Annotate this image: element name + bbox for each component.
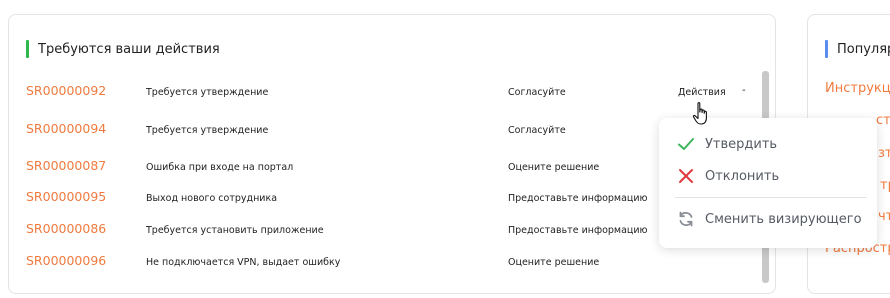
title-accent-bar <box>825 40 828 58</box>
request-description: Не подключается VPN, выдает ошибку <box>146 257 341 268</box>
approve-label: Утвердить <box>705 136 778 152</box>
menu-divider <box>675 197 867 198</box>
request-description: Требуется установить приложение <box>146 225 324 236</box>
panel-title: Требуются ваши действия <box>38 41 220 57</box>
popular-link[interactable]: ста <box>876 113 890 128</box>
request-action: Согласуйте <box>508 125 566 136</box>
request-description: Ошибка при входе на портал <box>146 162 294 173</box>
swap-icon <box>679 211 693 227</box>
table-row: SR00000086 Требуется установить приложен… <box>9 221 769 245</box>
actions-menu-button[interactable]: Действия <box>678 87 726 98</box>
request-description: Выход нового сотрудника <box>146 193 278 204</box>
check-icon <box>678 138 694 150</box>
panel-title: Популяр <box>837 41 890 57</box>
request-id-link[interactable]: SR00000096 <box>26 253 106 268</box>
hand-cursor-icon <box>692 102 707 125</box>
title-accent-bar <box>26 40 29 58</box>
request-id-link[interactable]: SR00000086 <box>26 221 106 236</box>
popular-link[interactable]: зтв <box>878 146 890 161</box>
change-approver-menu-item[interactable]: Сменить визирующего <box>659 205 877 233</box>
table-row: SR00000092 Требуется утверждение Согласу… <box>9 83 769 107</box>
request-action: Оцените решение <box>508 257 600 268</box>
request-id-link[interactable]: SR00000087 <box>26 158 106 173</box>
popular-link[interactable]: тр <box>880 178 890 193</box>
table-row: SR00000096 Не подключается VPN, выдает о… <box>9 253 769 277</box>
request-action: Согласуйте <box>508 87 566 98</box>
request-id-link[interactable]: SR00000092 <box>26 83 106 98</box>
approve-menu-item[interactable]: Утвердить <box>659 130 877 158</box>
panel-header: Популяр <box>825 40 890 58</box>
reject-menu-item[interactable]: Отклонить <box>659 162 877 190</box>
request-id-link[interactable]: SR00000094 <box>26 121 106 136</box>
table-row: SR00000095 Выход нового сотрудника Предо… <box>9 189 769 213</box>
request-action: Предоставьте информацию <box>508 193 648 204</box>
request-action: Оцените решение <box>508 162 600 173</box>
popular-link[interactable]: Инструкци <box>825 81 890 96</box>
request-action: Предоставьте информацию <box>508 225 648 236</box>
request-id-link[interactable]: SR00000095 <box>26 189 106 204</box>
request-description: Требуется утверждение <box>146 87 269 98</box>
panel-header: Требуются ваши действия <box>26 40 220 58</box>
popular-link[interactable]: чтс <box>878 209 890 224</box>
change-approver-label: Сменить визирующего <box>705 211 862 227</box>
request-description: Требуется утверждение <box>146 125 269 136</box>
actions-dropdown: Утвердить Отклонить Сменить визирующего <box>659 118 877 248</box>
table-row: SR00000094 Требуется утверждение Согласу… <box>9 121 769 145</box>
reject-label: Отклонить <box>705 168 780 184</box>
table-row: SR00000087 Ошибка при входе на портал Оц… <box>9 158 769 182</box>
row-dash: - <box>742 85 746 96</box>
x-icon <box>679 169 693 183</box>
